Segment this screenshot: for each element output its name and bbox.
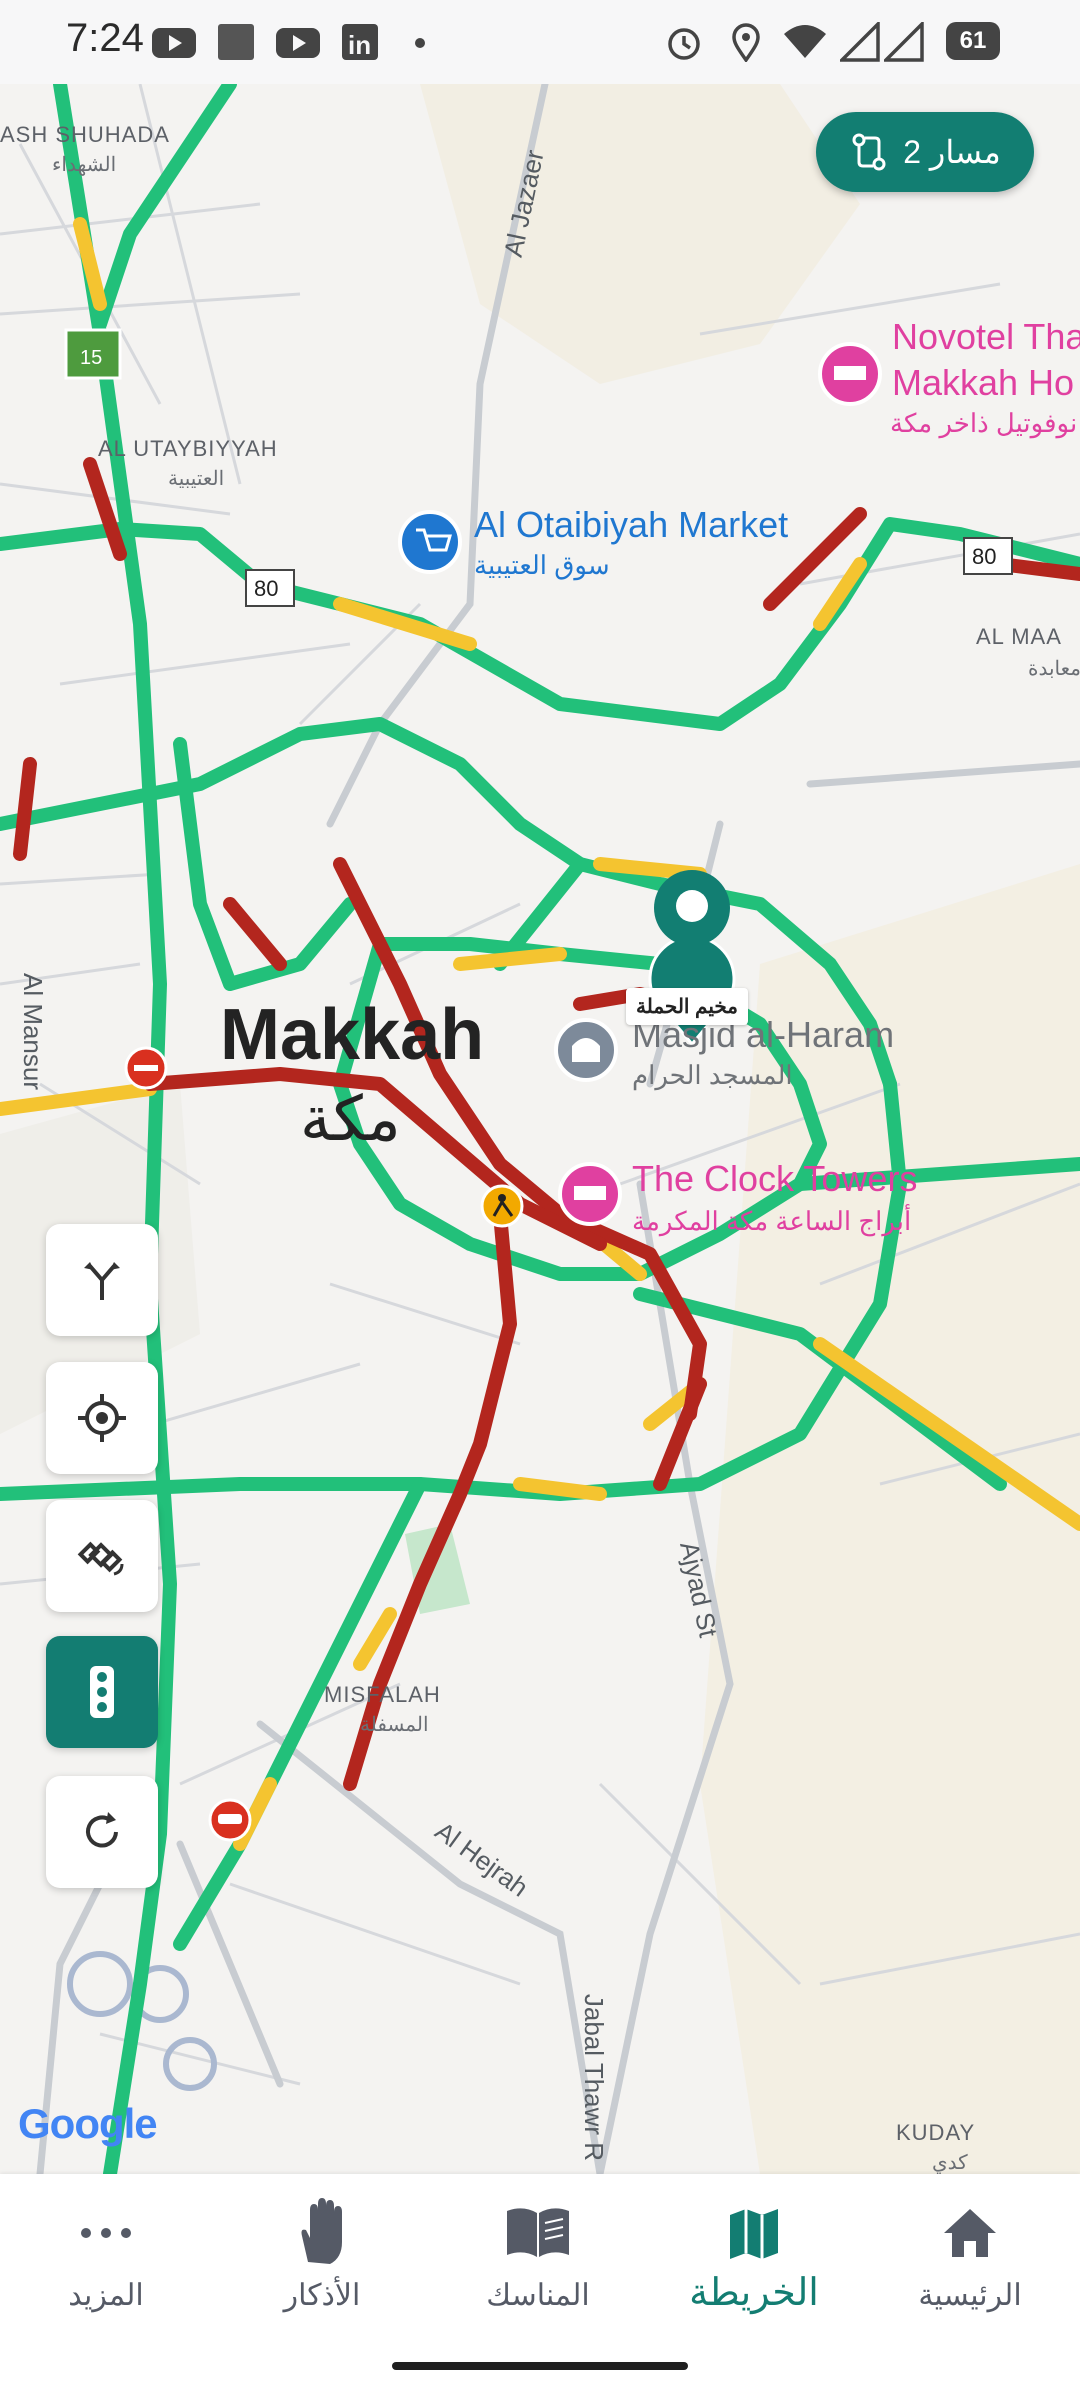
traffic-button[interactable] <box>46 1636 158 1748</box>
map-label-utaybiyyah-ar: العتيبية <box>168 468 225 490</box>
home-indicator[interactable] <box>392 2362 688 2370</box>
route-icon <box>852 133 886 171</box>
map-label-kuday-ar: كدي <box>932 2152 968 2174</box>
poi-label-novotel-ar[interactable]: نوفوتيل ذاخر مكة <box>890 408 1077 439</box>
battery-level: 61 <box>959 27 987 54</box>
nav-item-more[interactable]: المزيد <box>16 2198 196 2313</box>
map-label-al-maa-ar: معابدة <box>1028 658 1080 680</box>
status-bar: 7:24 in 61 <box>0 0 1080 84</box>
map-label-al-maa: AL MAA <box>976 624 1062 649</box>
street-label-al-mansur: Al Mansur <box>18 972 49 1091</box>
signal-icon <box>884 22 924 62</box>
traffic-light-icon <box>90 1666 114 1718</box>
nav-item-rituals[interactable]: المناسك <box>448 2198 628 2313</box>
map-view[interactable]: 15 80 80 ASH SHUHADA الشهداء AL UTAYBIYY… <box>0 84 1080 2174</box>
hotel-pin-icon[interactable] <box>818 342 882 406</box>
refresh-button[interactable] <box>46 1776 158 1888</box>
poi-label-clock-towers[interactable]: The Clock Towers <box>632 1158 917 1200</box>
svg-text:in: in <box>348 30 371 60</box>
nav-label-rituals: المناسك <box>486 2279 590 2312</box>
poi-label-clock-towers-ar[interactable]: أبراج الساعة مكة المكرمة <box>632 1206 911 1237</box>
route-shield-15: 15 <box>64 328 122 380</box>
signal-icon <box>840 22 880 62</box>
route-shield-80-west: 80 <box>245 569 295 607</box>
street-label-jabal-thawr: Jabal Thawr R <box>579 1993 610 2162</box>
route-80-label: 80 <box>254 576 278 601</box>
market-pin-icon[interactable] <box>398 510 462 574</box>
youtube-icon <box>152 28 196 58</box>
location-icon <box>732 23 760 62</box>
city-label-makkah-ar: مكة <box>300 1085 401 1154</box>
square-icon <box>218 24 254 60</box>
nav-item-home[interactable]: الرئيسية <box>880 2198 1060 2313</box>
book-icon <box>507 2208 569 2257</box>
map-label-misfalah: MISFALAH <box>324 1682 441 1707</box>
nav-item-map[interactable]: الخريطة <box>664 2198 844 2315</box>
camp-pin-label[interactable]: مخيم الحملة <box>626 988 748 1025</box>
route-80-label: 80 <box>972 544 996 569</box>
nav-label-more: المزيد <box>68 2279 144 2312</box>
routes-button[interactable] <box>46 1224 158 1336</box>
more-dots-icon <box>81 2228 131 2238</box>
nav-label-map: الخريطة <box>689 2272 819 2314</box>
route-15-label: 15 <box>80 347 102 369</box>
google-attribution: Google <box>18 2100 158 2148</box>
poi-label-masjid-al-haram-ar[interactable]: المسجد الحرام <box>632 1060 793 1091</box>
hotel-pin-icon[interactable] <box>558 1162 622 1226</box>
linkedin-icon: in <box>342 24 378 60</box>
poi-label-otaibiyah-market[interactable]: Al Otaibiyah Market <box>474 504 788 546</box>
poi-label-novotel-line1[interactable]: Novotel Tha <box>892 316 1080 358</box>
routes-count-label: 2 مسار <box>903 134 1001 170</box>
map-label-shuhada: ASH SHUHADA <box>0 122 170 147</box>
routes-count-button[interactable]: 2 مسار <box>816 112 1034 192</box>
satellite-icon <box>77 1541 124 1576</box>
my-location-button[interactable] <box>46 1362 158 1474</box>
road-works-icon <box>480 1184 524 1228</box>
crosshair-icon <box>78 1394 126 1442</box>
fork-arrows-icon <box>84 1262 120 1300</box>
city-label-makkah: Makkah <box>220 995 485 1075</box>
satellite-button[interactable] <box>46 1500 158 1612</box>
status-time: 7:24 <box>66 16 144 60</box>
map-label-utaybiyyah: AL UTAYBIYYAH <box>98 436 278 461</box>
no-entry-icon <box>124 1046 168 1090</box>
wifi-icon <box>784 25 826 58</box>
map-label-misfalah-ar: المسفلة <box>360 1714 429 1736</box>
poi-label-otaibiyah-market-ar[interactable]: سوق العتيبية <box>474 550 610 581</box>
youtube-icon <box>276 28 320 58</box>
nav-label-home: الرئيسية <box>918 2279 1022 2312</box>
nav-item-adhkar[interactable]: الأذكار <box>232 2198 412 2313</box>
refresh-icon <box>86 1812 118 1848</box>
hand-icon <box>301 2198 342 2264</box>
map-label-shuhada-ar: الشهداء <box>52 154 117 176</box>
mosque-pin-icon[interactable] <box>554 1018 618 1082</box>
home-icon <box>944 2209 996 2257</box>
map-icon <box>730 2209 778 2259</box>
battery-icon: 61 <box>946 22 1000 60</box>
map-label-kuday: KUDAY <box>896 2120 976 2145</box>
route-shield-80-east: 80 <box>963 537 1013 575</box>
google-logo-text: Google <box>18 2100 158 2147</box>
dot-icon <box>415 38 425 48</box>
alarm-icon <box>668 28 700 60</box>
nav-label-adhkar: الأذكار <box>283 2279 361 2312</box>
poi-label-novotel-line2[interactable]: Makkah Ho <box>892 362 1074 404</box>
crash-icon <box>208 1798 252 1842</box>
